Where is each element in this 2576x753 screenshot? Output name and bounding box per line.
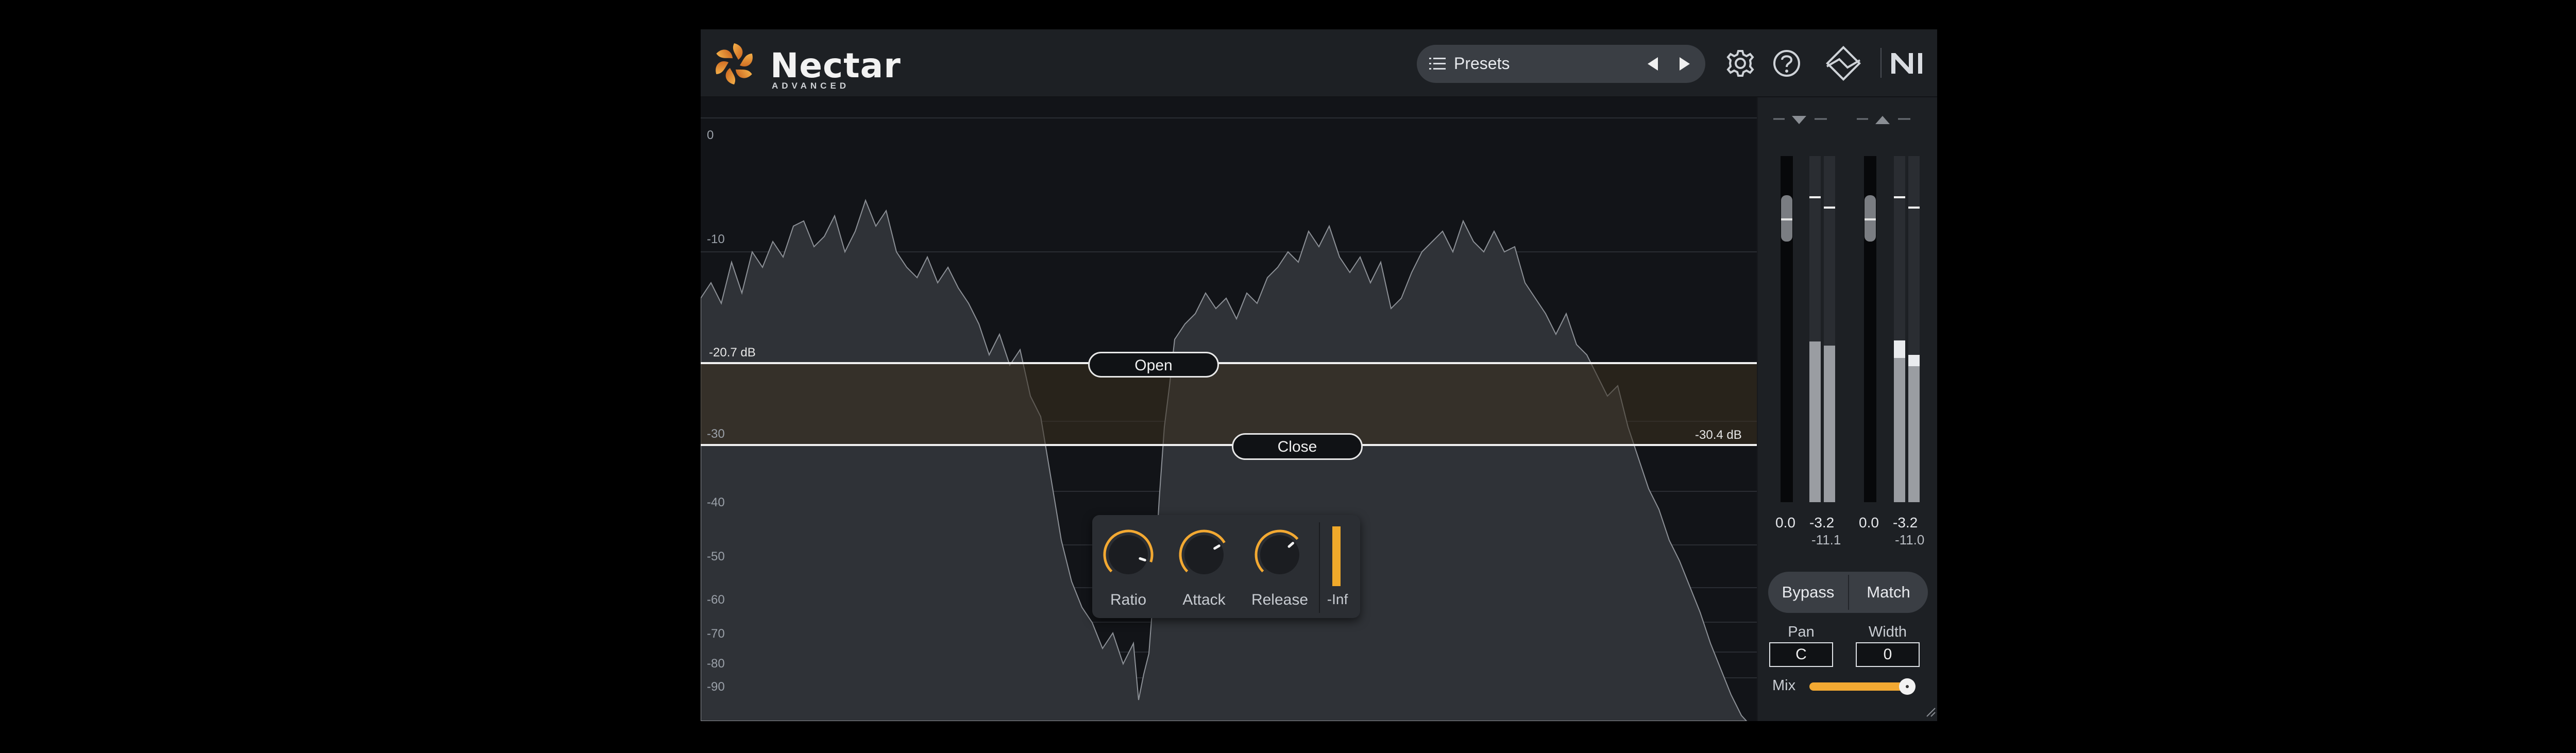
input-fader-indicator [1781,218,1792,220]
output-rms-value: -11.0 [1895,532,1924,548]
output-level-left [1894,340,1905,502]
grid-label: -50 [707,550,725,564]
input-peak-right [1824,207,1835,209]
gain-reduction-value: -Inf [1322,591,1353,608]
input-level-right [1824,346,1835,502]
output-collapse-icon[interactable] [1857,113,1913,128]
release-knob[interactable] [1251,526,1308,583]
nectar-logo-icon [711,41,757,87]
grid-label: 0 [707,128,714,143]
gate-controls-panel: Ratio Attack Release -Inf [1092,515,1360,618]
bypass-match-group: Bypass Match [1768,572,1928,613]
mix-label: Mix [1772,677,1795,694]
panel-divider [1319,522,1320,613]
grid-label: -40 [707,495,725,510]
width-label: Width [1856,624,1920,641]
output-gain-value: 0.0 [1859,515,1879,531]
mix-slider-track[interactable] [1809,682,1912,691]
input-peak-left [1809,196,1821,198]
settings-icon[interactable] [1721,44,1760,83]
routing-icon[interactable] [1824,44,1863,83]
pan-label: Pan [1769,624,1833,641]
help-icon[interactable] [1767,44,1806,83]
output-level-right-top [1908,355,1920,366]
io-meters-panel: 0.0 -3.2 -11.1 0.0 -3.2 -11.0 Bypass Mat… [1758,97,1937,721]
ni-logo-icon[interactable] [1888,44,1927,83]
grid-label: -90 [707,680,725,694]
ratio-knob[interactable] [1100,526,1157,583]
nectar-logo: Nectar ADVANCED [711,39,866,90]
input-collapse-icon[interactable] [1773,113,1830,128]
mix-slider-thumb[interactable] [1899,678,1916,695]
open-threshold-value: -20.7 dB [709,346,756,360]
grid-label: -60 [707,593,725,607]
input-level-left [1809,341,1821,502]
output-fader-indicator [1865,218,1876,220]
resize-grip-icon[interactable] [1924,705,1936,717]
signal-waveform [701,200,1747,721]
bypass-button[interactable]: Bypass [1768,572,1848,613]
ratio-label: Ratio [1091,591,1166,609]
header-divider [1880,48,1882,78]
gate-display[interactable]: 0 -10 -30 -40 -50 -60 -70 -80 -90 -20.7 … [701,97,1757,721]
close-threshold-value: -30.4 dB [1695,428,1742,442]
output-peak-right [1908,207,1920,209]
gain-reduction-meter [1332,526,1341,586]
input-peak-value: -3.2 [1809,515,1834,531]
output-level-left-top [1894,340,1905,358]
open-threshold-handle[interactable]: Open [1088,352,1219,378]
input-rms-value: -11.1 [1811,532,1841,548]
grid-label: -30 [707,427,725,441]
previous-preset-icon[interactable] [1643,54,1663,74]
width-field[interactable]: 0 [1856,642,1920,667]
output-peak-value: -3.2 [1893,515,1918,531]
next-preset-icon[interactable] [1674,54,1694,74]
release-label: Release [1242,591,1317,609]
preset-browser[interactable]: Presets [1417,45,1705,83]
spectrum-graph [701,97,1757,721]
attack-knob[interactable] [1176,526,1232,583]
grid-label: -70 [707,627,725,641]
grid-label: -10 [707,232,725,247]
app-edition: ADVANCED [772,81,850,91]
match-button[interactable]: Match [1849,572,1928,613]
nectar-plugin-window: Nectar ADVANCED Presets [701,29,1937,721]
close-threshold-handle[interactable]: Close [1232,433,1363,460]
output-peak-left [1894,196,1905,198]
input-gain-value: 0.0 [1775,515,1795,531]
attack-label: Attack [1166,591,1242,609]
preset-list-icon [1429,56,1446,72]
output-level-right [1908,355,1920,502]
pan-field[interactable]: C [1769,642,1833,667]
app-name: Nectar [770,46,901,85]
header-bar: Nectar ADVANCED Presets [701,29,1937,97]
preset-name[interactable]: Presets [1454,54,1510,73]
grid-label: -80 [707,657,725,671]
